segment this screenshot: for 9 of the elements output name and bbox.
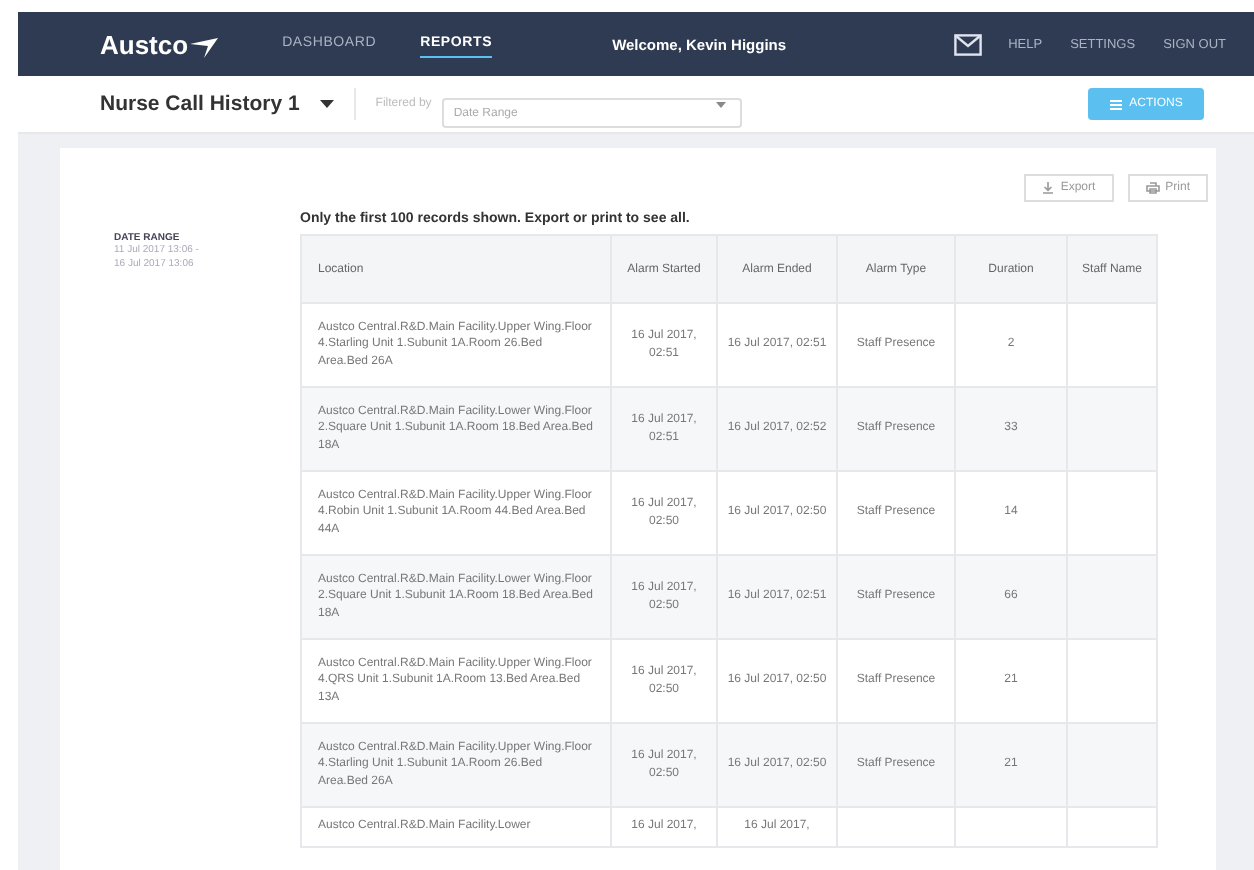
logo[interactable]: Austco — [100, 29, 221, 59]
caret-icon — [715, 101, 726, 107]
mail-icon[interactable] — [954, 33, 983, 55]
menu-icon — [1109, 99, 1122, 109]
printer-icon — [1145, 182, 1160, 194]
caret-icon[interactable] — [319, 100, 334, 108]
download-icon — [1042, 182, 1055, 194]
logo-swoosh-icon — [188, 35, 221, 59]
report-title: Nurse Call History 1 — [100, 92, 300, 116]
